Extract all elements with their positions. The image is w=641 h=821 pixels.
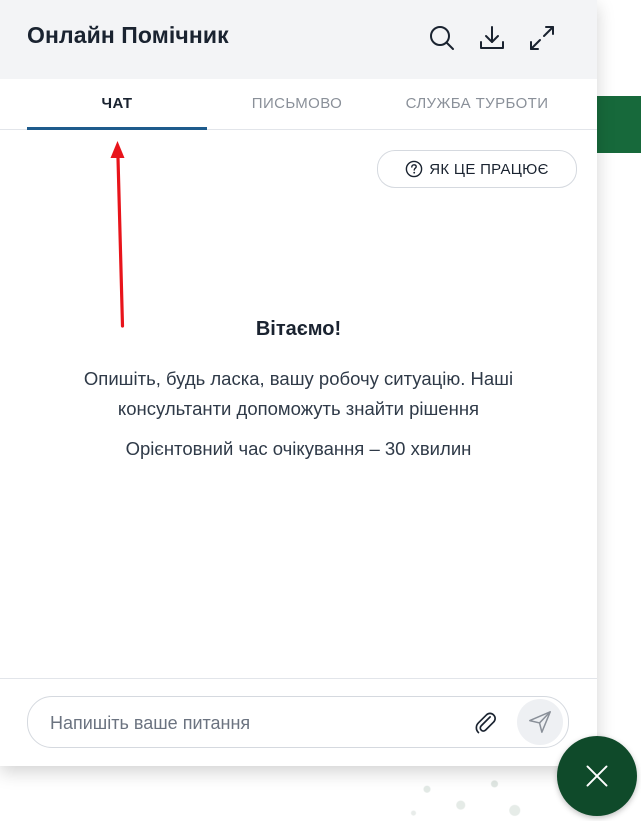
close-icon bbox=[586, 765, 608, 787]
tab-bar: ЧАТ ПИСЬМОВО СЛУЖБА ТУРБОТИ bbox=[0, 79, 597, 130]
help-circle-icon bbox=[405, 160, 423, 178]
tab-care-service[interactable]: СЛУЖБА ТУРБОТИ bbox=[387, 79, 567, 128]
widget-header: Онлайн Помічник bbox=[0, 0, 597, 79]
close-chat-button[interactable] bbox=[557, 736, 637, 816]
tab-chat[interactable]: ЧАТ bbox=[27, 79, 207, 130]
send-button[interactable] bbox=[517, 699, 563, 745]
wait-time-text: Орієнтовний час очікування – 30 хвилин bbox=[125, 438, 472, 459]
send-icon bbox=[529, 711, 551, 733]
search-button[interactable] bbox=[426, 22, 458, 54]
message-input[interactable] bbox=[48, 709, 452, 737]
search-icon bbox=[430, 26, 454, 50]
download-button[interactable] bbox=[476, 22, 508, 54]
paperclip-icon bbox=[475, 712, 496, 734]
expand-button[interactable] bbox=[526, 22, 558, 54]
annotation-arrow-icon bbox=[110, 141, 125, 328]
footer-divider bbox=[0, 678, 597, 679]
how-it-works-label: ЯК ЦЕ ПРАЦЮЄ bbox=[429, 160, 549, 178]
download-icon bbox=[480, 26, 504, 49]
expand-icon bbox=[530, 26, 554, 50]
welcome-description: Опишіть, будь ласка, вашу робочу ситуаці… bbox=[83, 368, 514, 419]
widget-title: Онлайн Помічник bbox=[27, 22, 229, 48]
attach-button[interactable] bbox=[470, 707, 500, 737]
welcome-title: Вітаємо! bbox=[255, 318, 342, 340]
tab-written[interactable]: ПИСЬМОВО bbox=[207, 79, 387, 128]
assistant-widget: Онлайн Помічник ЧАТ ПИСЬМОВО СЛУЖБА ТУРБ… bbox=[0, 0, 597, 766]
message-input-box bbox=[27, 696, 569, 748]
background-green-block bbox=[596, 96, 641, 153]
background-decoration bbox=[400, 768, 535, 821]
how-it-works-button[interactable]: ЯК ЦЕ ПРАЦЮЄ bbox=[377, 150, 577, 188]
